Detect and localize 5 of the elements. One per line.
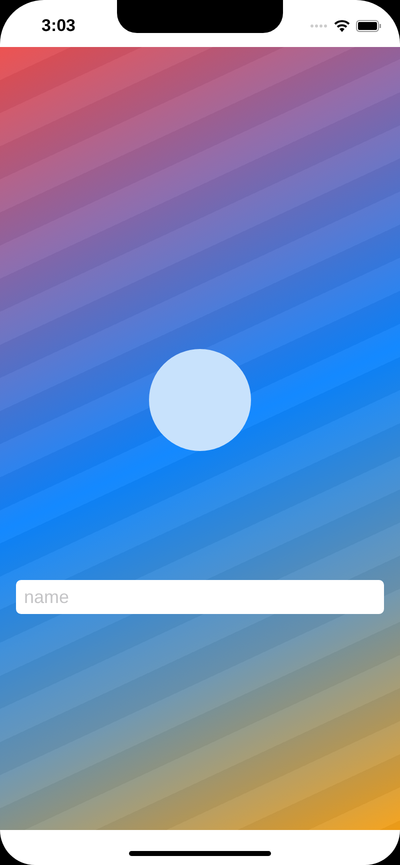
name-field[interactable]: name <box>16 580 384 614</box>
wifi-icon <box>334 20 350 32</box>
status-time: 3:03 <box>41 14 76 37</box>
battery-icon <box>356 20 382 32</box>
signal-icon <box>310 24 328 28</box>
